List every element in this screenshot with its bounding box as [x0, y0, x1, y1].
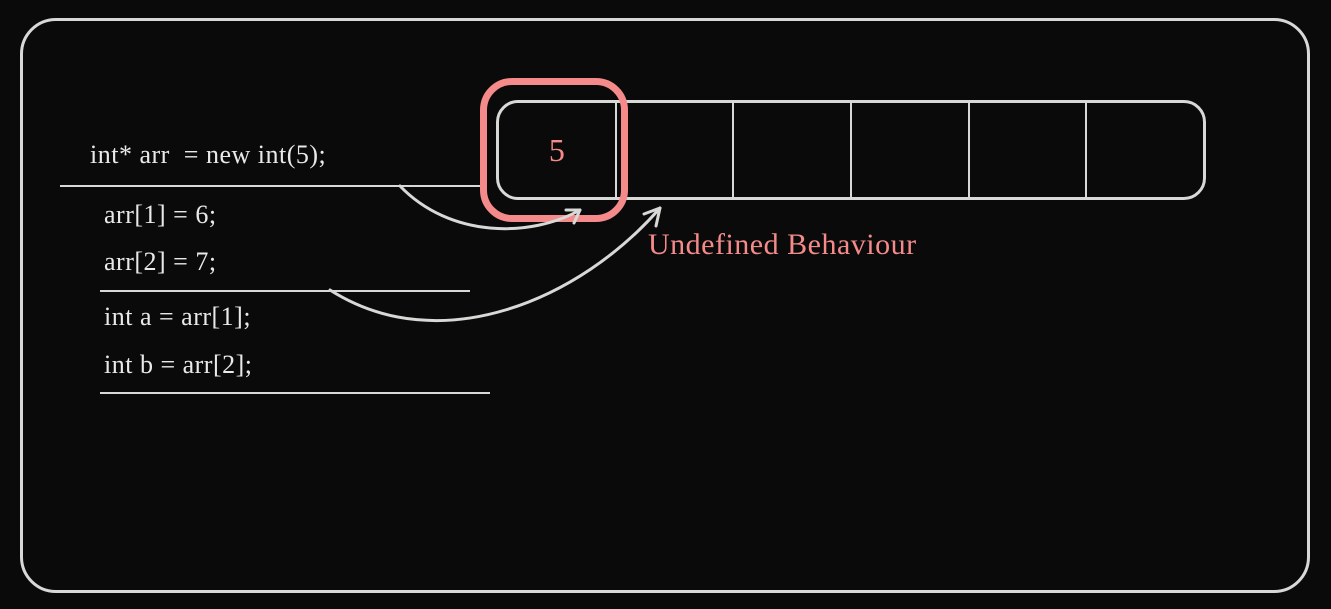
code-line-3: arr[2] = 7; [104, 247, 217, 277]
code-line-1: int* arr = new int(5); [90, 140, 326, 170]
memory-cell-1 [617, 103, 735, 197]
code-line-2: arr[1] = 6; [104, 200, 217, 230]
code-line-4: int a = arr[1]; [104, 302, 251, 332]
code-line-5: int b = arr[2]; [104, 350, 253, 380]
memory-cell-3 [852, 103, 970, 197]
undefined-behaviour-label: Undefined Behaviour [648, 228, 917, 262]
memory-cell-4 [970, 103, 1088, 197]
underline-1 [60, 185, 480, 187]
allocated-cell-highlight [480, 78, 628, 222]
memory-cell-2 [734, 103, 852, 197]
memory-cell-5 [1087, 103, 1203, 197]
underline-2 [100, 290, 470, 292]
underline-3 [100, 392, 490, 394]
